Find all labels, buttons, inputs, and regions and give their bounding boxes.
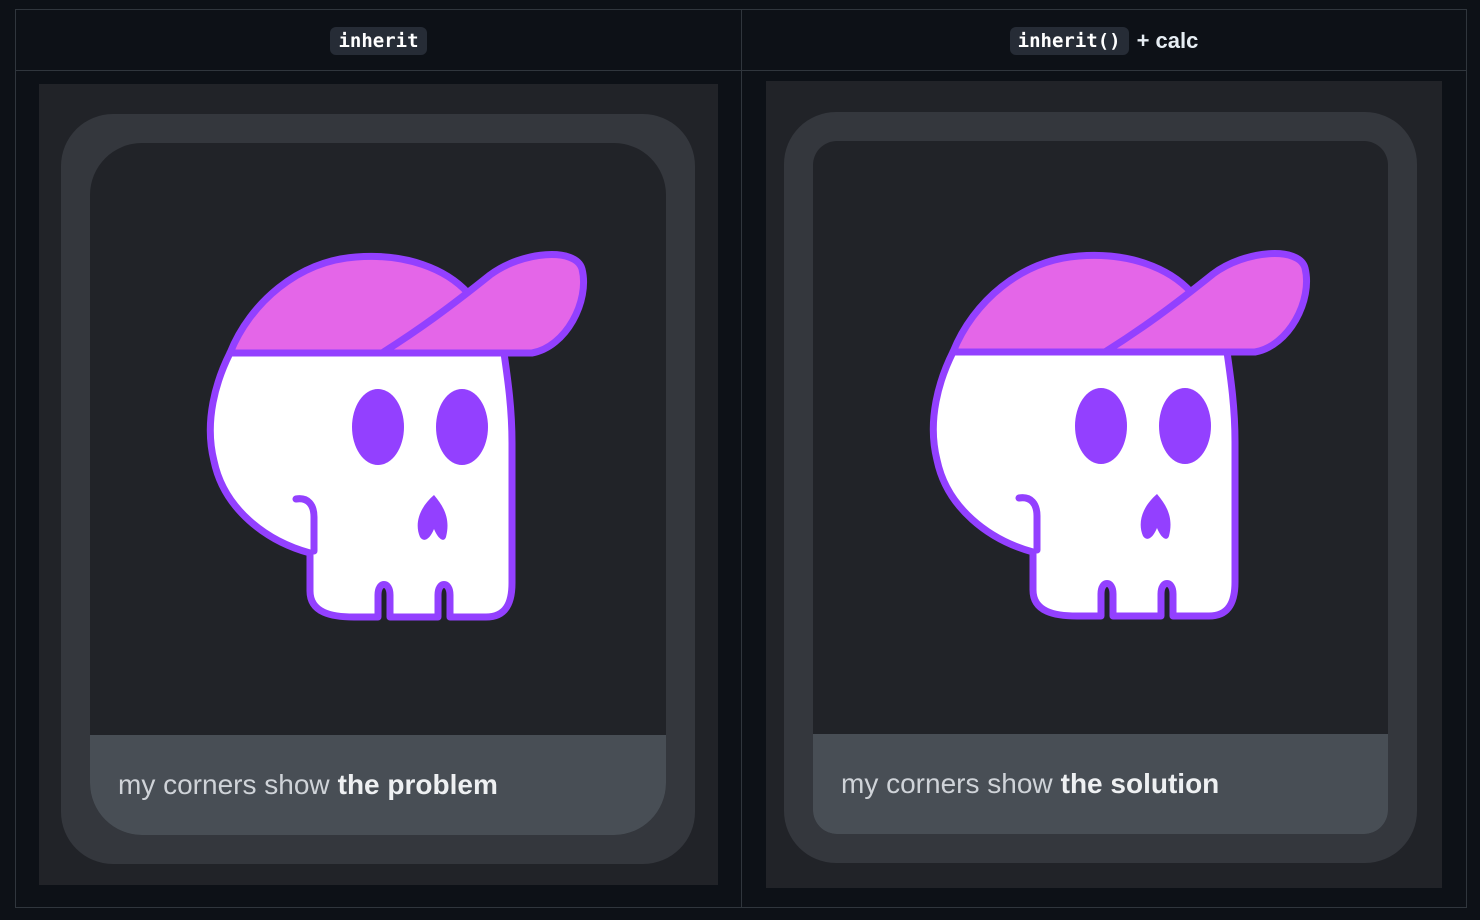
column-header-inherit-calc: inherit() + calc: [742, 10, 1466, 71]
demo-stage-solution: my corners show the solution: [766, 81, 1442, 888]
plus-calc-label: + calc: [1136, 27, 1199, 53]
column-divider: [741, 10, 742, 907]
caption-prefix-problem: my corners show: [118, 769, 330, 800]
caption-prefix-solution: my corners show: [841, 768, 1053, 799]
skull-with-cap-illustration-icon: [206, 251, 587, 621]
skull-with-cap-illustration-icon: [929, 250, 1310, 620]
inner-card-problem: my corners show the problem: [90, 143, 666, 835]
caption-bold-solution: the solution: [1060, 768, 1220, 799]
inner-card-solution: my corners show the solution: [813, 141, 1388, 834]
outer-card-solution: my corners show the solution: [784, 112, 1417, 863]
comparison-table: inherit inherit() + calc my corners show…: [15, 9, 1467, 908]
caption-bar-problem: my corners show the problem: [90, 735, 666, 835]
code-inherit-function: inherit(): [1009, 26, 1129, 55]
demo-stage-problem: my corners show the problem: [39, 84, 718, 885]
outer-card-problem: my corners show the problem: [61, 114, 695, 864]
code-inherit: inherit: [330, 26, 427, 55]
caption-bar-solution: my corners show the solution: [813, 734, 1388, 834]
caption-bold-problem: the problem: [337, 769, 498, 800]
column-header-inherit: inherit: [16, 10, 741, 71]
